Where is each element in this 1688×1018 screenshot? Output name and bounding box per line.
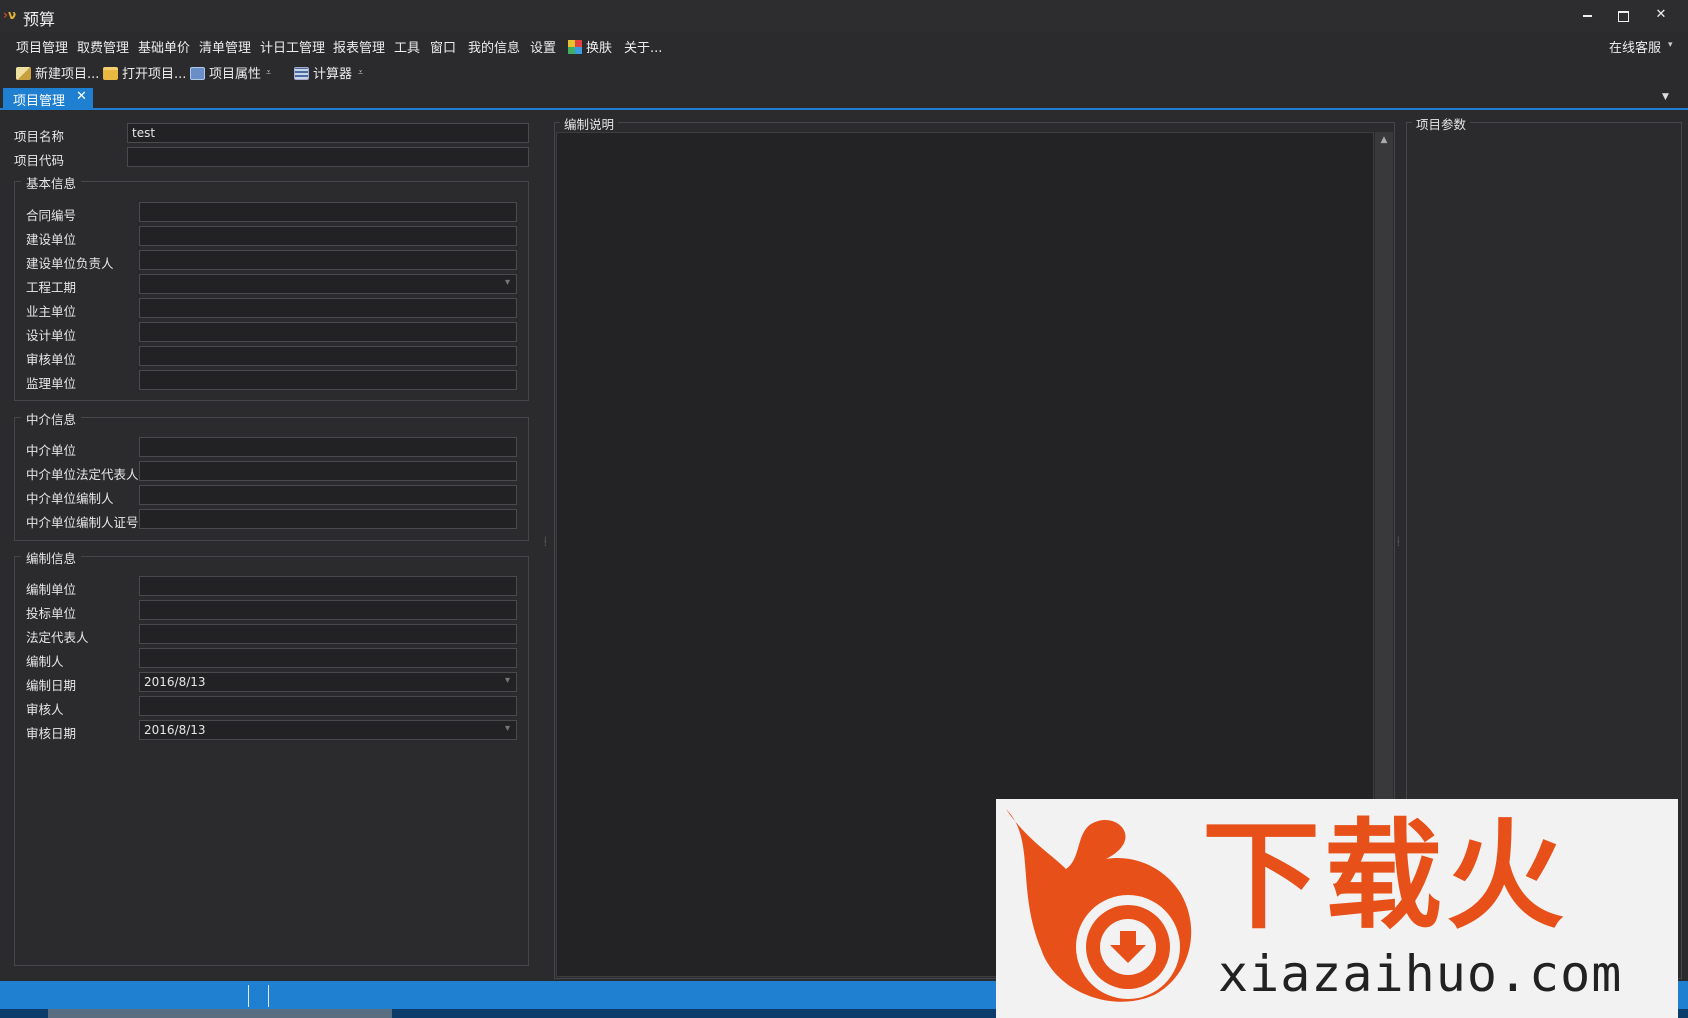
construction-period-select[interactable] (139, 274, 517, 294)
project-name-label: 项目名称 (14, 129, 65, 144)
agency-compiler-input[interactable] (139, 485, 517, 505)
online-service-link[interactable]: 在线客服 (1609, 37, 1661, 56)
builder-unit-input[interactable] (139, 226, 517, 246)
compile-info-title: 编制信息 (21, 548, 82, 567)
skin-icon (568, 40, 582, 54)
menu-window[interactable]: 窗口 (430, 37, 456, 56)
watermark-logo: 下载火 xiazaihuo.com (996, 799, 1678, 1018)
app-logo-icon: ›ν (3, 8, 17, 22)
compiler-label: 编制人 (26, 654, 64, 669)
builder-unit-label: 建设单位 (26, 232, 77, 247)
scroll-up-icon[interactable]: ▲ (1375, 135, 1393, 145)
owner-unit-label: 业主单位 (26, 304, 77, 319)
project-properties-dropdown-icon[interactable]: ⩡ (266, 68, 271, 78)
open-project-button[interactable]: 打开项目... (103, 63, 186, 82)
new-project-icon (16, 67, 31, 80)
agency-compiler-label: 中介单位编制人 (26, 491, 114, 506)
supervision-unit-label: 监理单位 (26, 376, 77, 391)
legal-rep-label: 法定代表人 (26, 630, 89, 645)
restore-button[interactable] (1606, 4, 1640, 26)
supervision-unit-input[interactable] (139, 370, 517, 390)
description-title: 编制说明 (560, 114, 619, 133)
calculator-button[interactable]: 计算器 (294, 63, 352, 82)
compiler-input[interactable] (139, 648, 517, 668)
agency-unit-label: 中介单位 (26, 443, 77, 458)
owner-unit-input[interactable] (139, 298, 517, 318)
menu-settings[interactable]: 设置 (530, 37, 556, 56)
compile-unit-input[interactable] (139, 576, 517, 596)
project-name-input[interactable]: test (127, 123, 529, 143)
calculator-icon (294, 67, 309, 80)
properties-icon (190, 67, 205, 80)
menubar-options-icon[interactable]: ▾ (1668, 40, 1673, 50)
basic-info-title: 基本信息 (21, 173, 82, 192)
tab-list-dropdown-icon[interactable]: ▼ (1662, 92, 1669, 102)
compile-date-picker[interactable]: 2016/8/13 (139, 672, 517, 692)
minimize-button[interactable] (1570, 4, 1604, 26)
flame-logo-icon (1006, 809, 1192, 1002)
agency-legal-rep-input[interactable] (139, 461, 517, 481)
bidder-unit-label: 投标单位 (26, 606, 77, 621)
menu-daywork[interactable]: 计日工管理 (260, 37, 325, 56)
builder-head-label: 建设单位负责人 (26, 256, 114, 271)
title-bar: ›ν 预算 ✕ (0, 0, 1688, 32)
menu-bar: 项目管理 取费管理 基础单价 清单管理 计日工管理 报表管理 工具 窗口 我的信… (0, 34, 1688, 58)
tab-project-management[interactable]: 项目管理 ✕ (3, 88, 93, 109)
compile-unit-label: 编制单位 (26, 582, 77, 597)
close-tab-icon[interactable]: ✕ (76, 89, 87, 104)
audit-date-label: 审核日期 (26, 726, 77, 741)
folder-open-icon (103, 67, 118, 80)
status-separator (248, 985, 249, 1007)
design-unit-input[interactable] (139, 322, 517, 342)
close-window-button[interactable]: ✕ (1644, 4, 1678, 26)
contract-number-input[interactable] (139, 202, 517, 222)
toolbar: 新建项目... 打开项目... 项目属性 ⩡ 计算器 ⩡ (0, 60, 1688, 86)
left-splitter-grip[interactable]: ⁞ ⁞ (544, 536, 547, 548)
auditor-input[interactable] (139, 696, 517, 716)
watermark-domain: xiazaihuo.com (1218, 945, 1623, 1003)
tab-label: 项目管理 (13, 94, 66, 109)
watermark-brand: 下载火 (1202, 807, 1569, 945)
agency-compiler-cert-input[interactable] (139, 509, 517, 529)
auditor-label: 审核人 (26, 702, 64, 717)
menu-reports[interactable]: 报表管理 (333, 37, 385, 56)
status-separator (268, 985, 269, 1007)
menu-unit-price[interactable]: 基础单价 (138, 37, 190, 56)
audit-date-picker[interactable]: 2016/8/13 (139, 720, 517, 740)
window-title: 预算 (23, 10, 56, 29)
compile-date-label: 编制日期 (26, 678, 77, 693)
audit-unit-label: 审核单位 (26, 352, 77, 367)
menu-project[interactable]: 项目管理 (16, 37, 68, 56)
construction-period-label: 工程工期 (26, 280, 77, 295)
document-tab-strip: 项目管理 ✕ ▼ (0, 88, 1688, 110)
calculator-dropdown-icon[interactable]: ⩡ (358, 68, 363, 78)
agency-compiler-cert-label: 中介单位编制人证号 (26, 515, 139, 530)
builder-head-input[interactable] (139, 250, 517, 270)
menu-skin[interactable]: 换肤 (568, 37, 612, 56)
agency-legal-rep-label: 中介单位法定代表人 (26, 467, 139, 482)
right-splitter-grip[interactable]: ⁞ ⁞ (1397, 536, 1400, 548)
project-code-label: 项目代码 (14, 153, 65, 168)
contract-number-label: 合同编号 (26, 208, 77, 223)
project-properties-button[interactable]: 项目属性 (190, 63, 261, 82)
audit-unit-input[interactable] (139, 346, 517, 366)
project-params-title: 项目参数 (1412, 114, 1471, 133)
design-unit-label: 设计单位 (26, 328, 77, 343)
project-code-input[interactable] (127, 147, 529, 167)
menu-tools[interactable]: 工具 (394, 37, 420, 56)
new-project-button[interactable]: 新建项目... (16, 63, 99, 82)
agency-unit-input[interactable] (139, 437, 517, 457)
menu-bill[interactable]: 清单管理 (199, 37, 251, 56)
menu-about[interactable]: 关于... (624, 37, 662, 56)
taskbar-item (48, 1009, 392, 1018)
agency-info-title: 中介信息 (21, 409, 82, 428)
legal-rep-input[interactable] (139, 624, 517, 644)
menu-fees[interactable]: 取费管理 (77, 37, 129, 56)
menu-my-info[interactable]: 我的信息 (468, 37, 520, 56)
bidder-unit-input[interactable] (139, 600, 517, 620)
